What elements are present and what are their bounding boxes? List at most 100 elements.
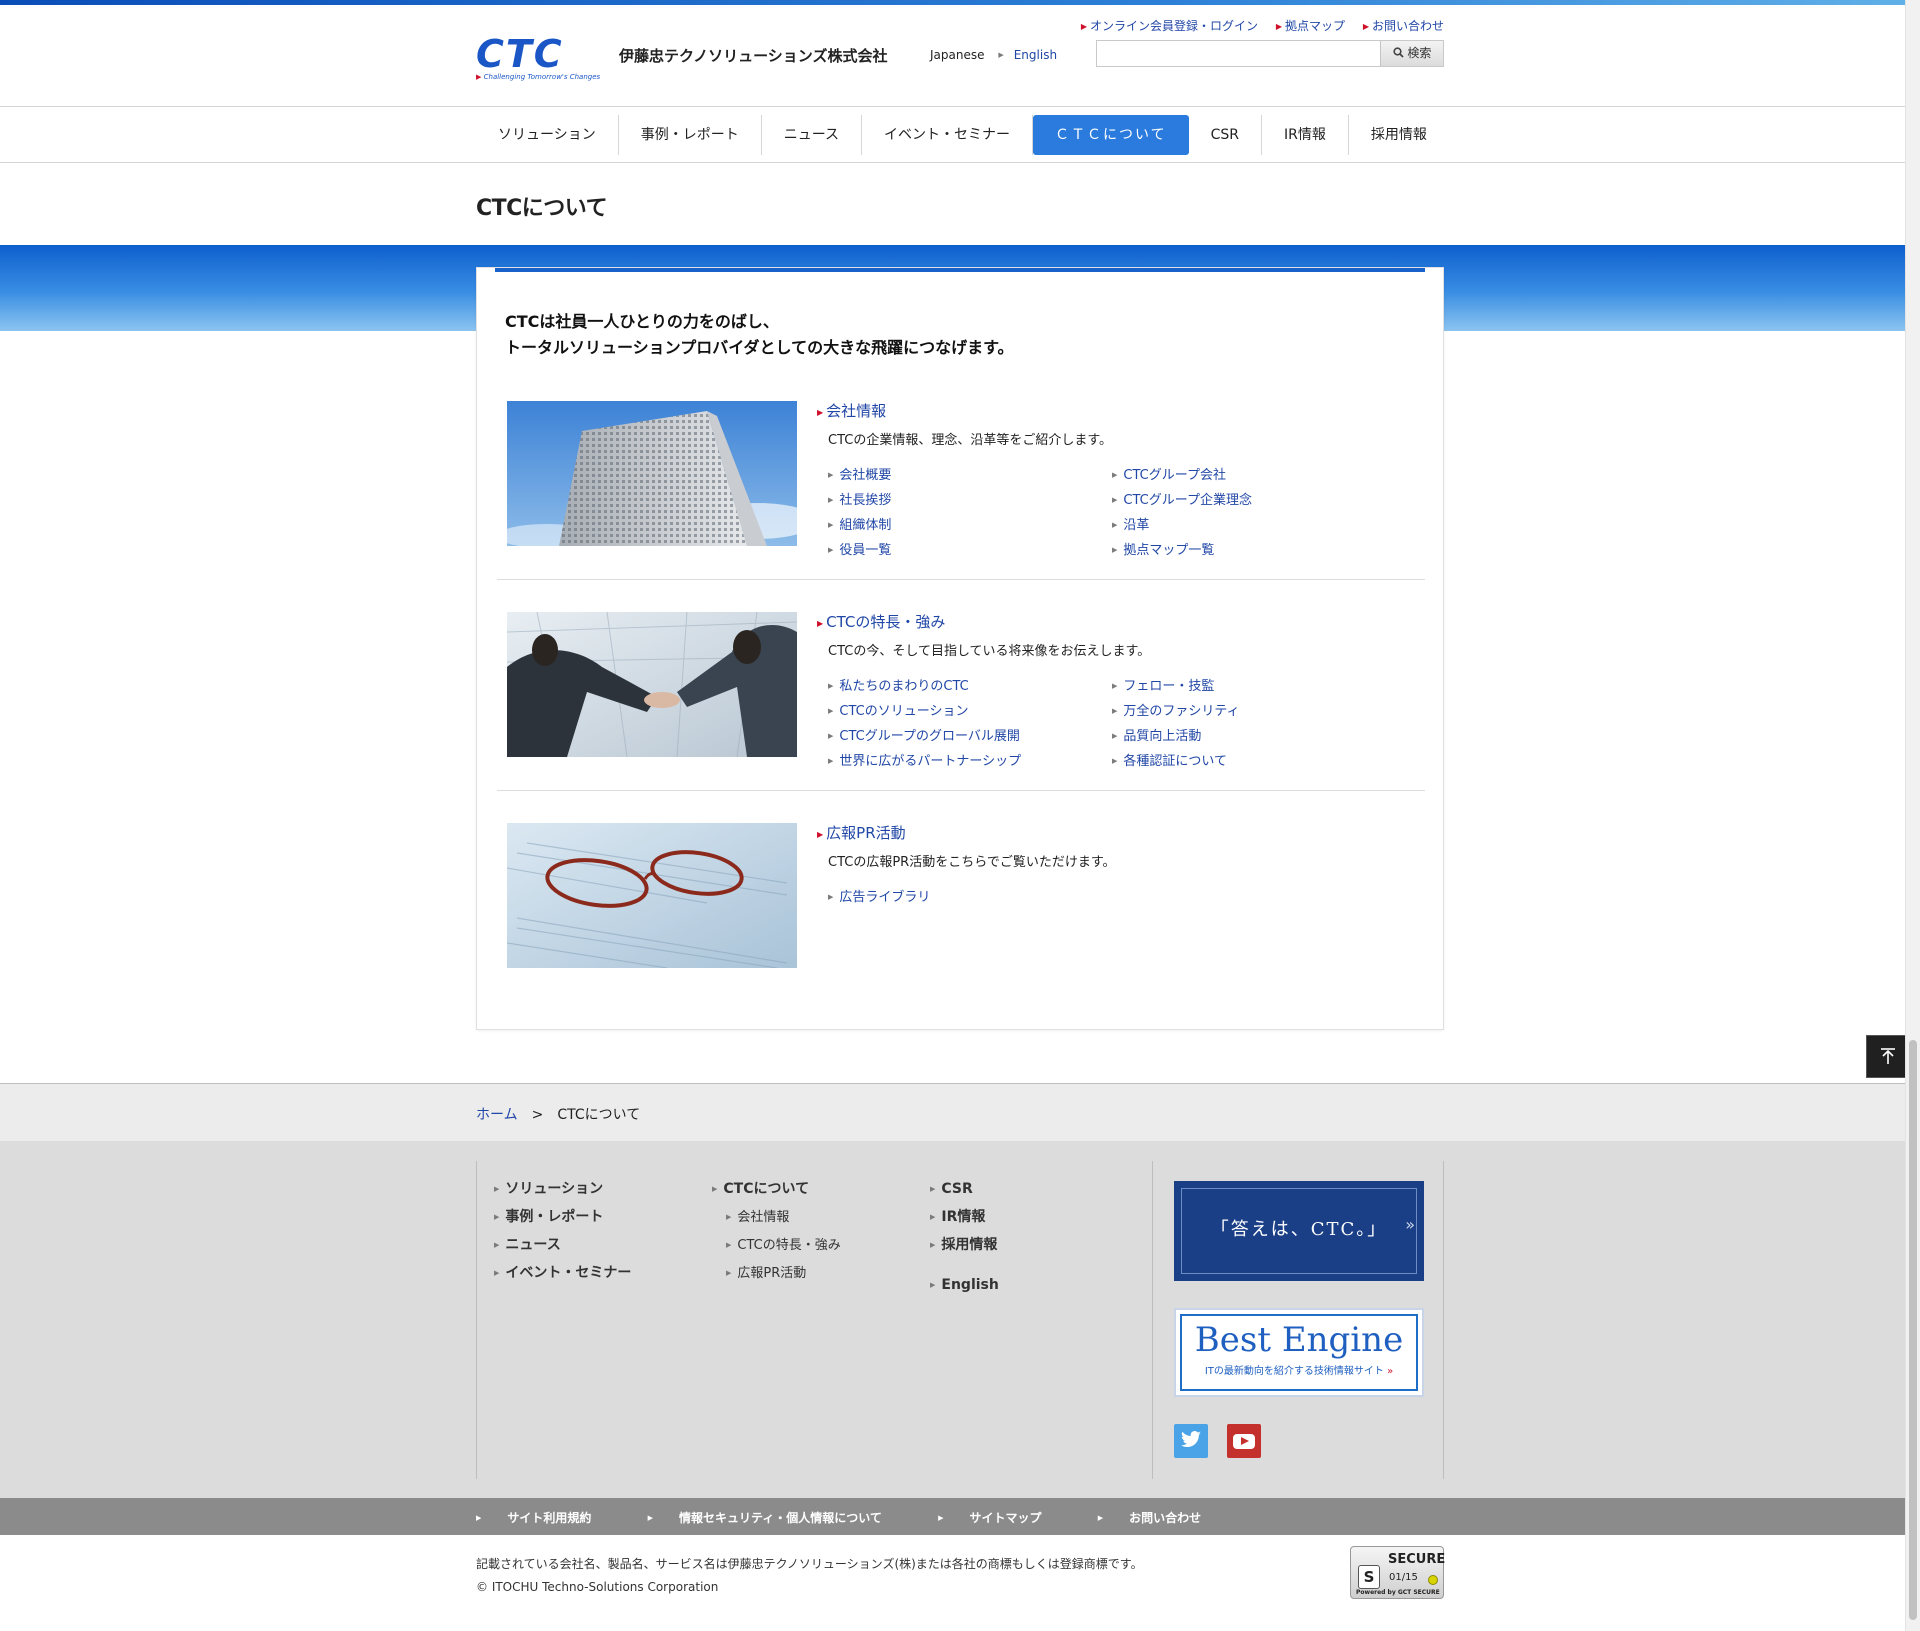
arrow-icon: ▶ <box>828 893 834 901</box>
bottom-links-bar: ▶ サイト利用規約 ▶ 情報セキュリティ・個人情報について ▶ サイトマップ ▶ お問い… <box>0 1498 1920 1535</box>
footer-link-ir[interactable]: ▶ IR情報 <box>930 1207 999 1235</box>
link-partnerships[interactable]: ▶ 世界に広がるパートナーシップ <box>828 752 1112 770</box>
section-company-info: ▶ 会社情報 CTCの企業情報、理念、沿革等をご紹介します。 ▶ 会社概要 ▶ CTC… <box>497 401 1425 580</box>
footer-link-about-ctc[interactable]: ▶ CTCについて <box>712 1179 841 1207</box>
member-login-link[interactable]: ▶ オンライン会員登録・ログイン <box>1081 19 1258 33</box>
lead-line-2: トータルソリューションプロバイダとしての大きな飛躍につなげます。 <box>505 338 1014 357</box>
link-ad-library[interactable]: ▶ 広告ライブラリ <box>828 888 1112 906</box>
nav-item-csr[interactable]: CSR <box>1189 115 1263 155</box>
nav-item-recruit[interactable]: 採用情報 <box>1349 115 1449 155</box>
link-fellows[interactable]: ▶ フェロー・技監 <box>1112 677 1396 695</box>
footer-link-events[interactable]: ▶ イベント・セミナー <box>494 1263 631 1291</box>
answer-is-ctc-banner[interactable]: 「答えは、CTC。」 » <box>1174 1181 1424 1281</box>
footer-link-english[interactable]: ▶ English <box>930 1275 999 1303</box>
best-engine-banner[interactable]: Best Engine ITの最新動向を紹介する技術情報サイト » <box>1174 1308 1424 1397</box>
banner-subtitle: ITの最新動向を紹介する技術情報サイト » <box>1204 1366 1394 1377</box>
footer-col-3: ▶ CSR ▶ IR情報 ▶ 採用情報 ▶ English <box>930 1179 999 1303</box>
twitter-icon[interactable] <box>1174 1424 1208 1458</box>
nav-item-news[interactable]: ニュース <box>762 115 863 155</box>
section-pr-activities: ▶ 広報PR活動 CTCの広報PR活動をこちらでご覧いただけます。 ▶ 広告ライブラ… <box>497 823 1425 983</box>
link-group-companies[interactable]: ▶ CTCグループ会社 <box>1112 466 1396 484</box>
arrow-icon: ▶ <box>494 1185 500 1193</box>
search-button[interactable]: 検索 <box>1380 41 1443 66</box>
link-group-philosophy[interactable]: ▶ CTCグループ企業理念 <box>1112 491 1396 509</box>
ctc-logo[interactable]: CTC ▶ Challenging Tomorrow's Changes <box>476 35 606 81</box>
arrow-icon: ▶ <box>1112 471 1118 479</box>
section-description: CTCの広報PR活動をこちらでご覧いただけます。 <box>828 855 1116 870</box>
section-title-link[interactable]: ▶ 会社情報 <box>817 401 1417 423</box>
search-icon <box>1392 47 1404 58</box>
secure-seal[interactable]: S SECURE 01/15 Powered by GCT SECURE <box>1350 1546 1445 1599</box>
copyright-area: 記載されている会社名、製品名、サービス名は伊藤忠テクノソリューションズ(株)また… <box>476 1553 1143 1599</box>
card-top-border <box>495 268 1425 272</box>
footer-link-features[interactable]: ▶ CTCの特長・強み <box>712 1235 841 1263</box>
arrow-icon: ▶ <box>1362 22 1369 31</box>
location-map-link[interactable]: ▶ 拠点マップ <box>1276 19 1345 33</box>
breadcrumb-separator: > <box>531 1107 544 1123</box>
section-body: ▶ CTCの特長・強み CTCの今、そして目指している将来像をお伝えします。 ▶ 私… <box>817 612 1417 770</box>
contact-link[interactable]: ▶ お問い合わせ <box>1363 19 1444 33</box>
secure-powered-by: Powered by GCT SECURE <box>1356 1589 1440 1596</box>
lang-japanese: Japanese <box>930 48 985 62</box>
nav-item-ir[interactable]: IR情報 <box>1262 115 1349 155</box>
link-global-expansion[interactable]: ▶ CTCグループのグローバル展開 <box>828 727 1112 745</box>
youtube-icon[interactable] <box>1227 1424 1261 1458</box>
bottom-link-terms[interactable]: ▶ サイト利用規約 <box>476 1511 617 1525</box>
footer-link-recruit[interactable]: ▶ 採用情報 <box>930 1235 999 1263</box>
arrow-icon: ▶ <box>1112 682 1118 690</box>
search-input[interactable] <box>1097 41 1382 66</box>
bottom-link-contact[interactable]: ▶ お問い合わせ <box>1098 1511 1227 1525</box>
arrow-icon: ▶ <box>817 619 824 628</box>
link-president-message[interactable]: ▶ 社長挨拶 <box>828 491 1112 509</box>
breadcrumb-home-link[interactable]: ホーム <box>476 1107 518 1123</box>
arrow-icon: ▶ <box>1112 707 1118 715</box>
footer-link-news[interactable]: ▶ ニュース <box>494 1235 631 1263</box>
bottom-link-security-privacy[interactable]: ▶ 情報セキュリティ・個人情報について <box>648 1511 908 1525</box>
section-body: ▶ 広報PR活動 CTCの広報PR活動をこちらでご覧いただけます。 ▶ 広告ライブラ… <box>817 823 1417 906</box>
double-chevron-icon: » <box>1405 1215 1415 1234</box>
banner-inner: Best Engine ITの最新動向を紹介する技術情報サイト » <box>1180 1314 1418 1391</box>
nav-item-about-ctc[interactable]: ＣＴＣについて <box>1033 115 1189 155</box>
link-ctc-around-us[interactable]: ▶ 私たちのまわりのCTC <box>828 677 1112 695</box>
link-certifications[interactable]: ▶ 各種認証について <box>1112 752 1396 770</box>
arrow-icon: ▶ <box>1112 521 1118 529</box>
footer-link-cases[interactable]: ▶ 事例・レポート <box>494 1207 631 1235</box>
section-title-link[interactable]: ▶ CTCの特長・強み <box>817 612 1417 634</box>
lang-english-link[interactable]: ▶ English <box>998 48 1067 62</box>
arrow-icon: ▶ <box>1112 496 1118 504</box>
arrow-icon: ▶ <box>828 682 834 690</box>
section-title-link[interactable]: ▶ 広報PR活動 <box>817 823 1417 845</box>
link-officers[interactable]: ▶ 役員一覧 <box>828 541 1112 559</box>
arrow-icon: ▶ <box>494 1213 500 1221</box>
arrow-icon: ▶ <box>828 496 834 504</box>
link-facilities[interactable]: ▶ 万全のファシリティ <box>1112 702 1396 720</box>
glasses-newspaper-photo <box>507 823 797 968</box>
nav-item-events[interactable]: イベント・セミナー <box>862 115 1034 155</box>
footer-link-csr[interactable]: ▶ CSR <box>930 1179 999 1207</box>
bottom-link-sitemap[interactable]: ▶ サイトマップ <box>938 1511 1067 1525</box>
footer-link-company-info[interactable]: ▶ 会社情報 <box>712 1207 841 1235</box>
nav-item-cases[interactable]: 事例・レポート <box>619 115 762 155</box>
vertical-scrollbar[interactable] <box>1905 0 1920 1631</box>
link-history[interactable]: ▶ 沿革 <box>1112 516 1396 534</box>
footer-link-pr[interactable]: ▶ 広報PR活動 <box>712 1263 841 1291</box>
lead-text: CTCは社員一人ひとりの力をのばし、 トータルソリューションプロバイダとしての大… <box>505 309 1013 361</box>
footer-link-solutions[interactable]: ▶ ソリューション <box>494 1179 631 1207</box>
company-name: 伊藤忠テクノソリューションズ株式会社 <box>619 47 888 65</box>
arrow-icon: ▶ <box>1112 546 1118 554</box>
link-location-list[interactable]: ▶ 拠点マップ一覧 <box>1112 541 1396 559</box>
arrow-icon: ▶ <box>930 1213 936 1221</box>
nav-item-solutions[interactable]: ソリューション <box>476 115 619 155</box>
arrow-icon: ▶ <box>494 1269 500 1277</box>
arrow-icon: ▶ <box>1275 22 1282 31</box>
page-top-button[interactable] <box>1866 1035 1909 1078</box>
section-links: ▶ 私たちのまわりのCTC ▶ フェロー・技監 ▶ CTCのソリューション ▶ 万全のフ… <box>828 677 1417 770</box>
secure-date: 01/15 <box>1389 1572 1418 1583</box>
link-organization[interactable]: ▶ 組織体制 <box>828 516 1112 534</box>
arrow-icon: ▶ <box>828 707 834 715</box>
scrollbar-thumb[interactable] <box>1909 1040 1917 1620</box>
link-company-overview[interactable]: ▶ 会社概要 <box>828 466 1112 484</box>
handshake-photo <box>507 612 797 757</box>
link-ctc-solutions[interactable]: ▶ CTCのソリューション <box>828 702 1112 720</box>
link-quality[interactable]: ▶ 品質向上活動 <box>1112 727 1396 745</box>
